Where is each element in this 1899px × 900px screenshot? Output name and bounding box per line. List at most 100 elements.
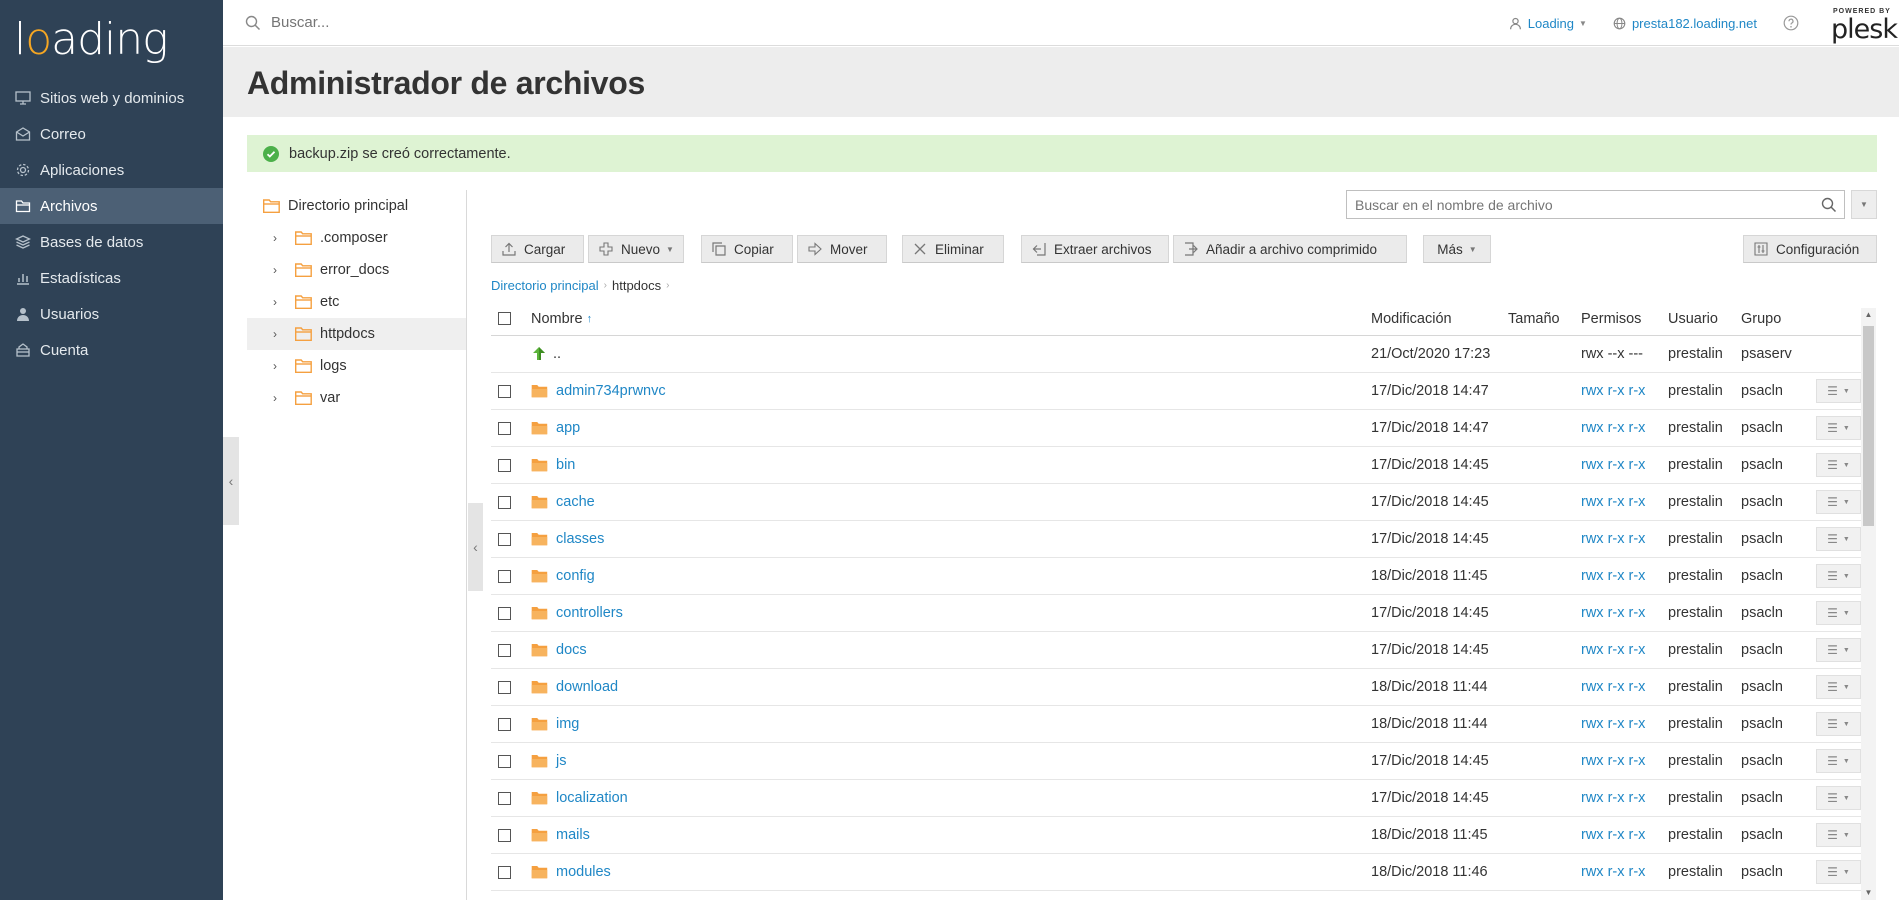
sidebar-item-mail[interactable]: Correo	[0, 116, 223, 152]
row-checkbox[interactable]	[498, 495, 511, 509]
user-menu[interactable]: Loading ▼	[1509, 16, 1587, 31]
search-options-toggle[interactable]: ▼	[1851, 190, 1877, 219]
row-checkbox[interactable]	[498, 569, 511, 583]
column-modified[interactable]: Modificación	[1371, 311, 1508, 327]
folder-name-link[interactable]: js	[556, 753, 566, 769]
row-actions-menu-button[interactable]: ☰ ▼	[1816, 860, 1861, 884]
folder-name-link[interactable]: mails	[556, 827, 590, 843]
permissions-link[interactable]: rwx r-x r-x	[1581, 568, 1645, 584]
sidebar-item-account[interactable]: Cuenta	[0, 332, 223, 368]
chevron-right-icon[interactable]: ›	[273, 327, 285, 341]
row-actions-menu-button[interactable]: ☰ ▼	[1816, 638, 1861, 662]
permissions-link[interactable]: rwx r-x r-x	[1581, 494, 1645, 510]
chevron-right-icon[interactable]: ›	[273, 231, 285, 245]
brand-logo[interactable]: loading	[14, 14, 169, 65]
row-checkbox[interactable]	[498, 680, 511, 694]
copy-button[interactable]: Copiar	[701, 235, 793, 263]
breadcrumb-root-link[interactable]: Directorio principal	[491, 278, 599, 293]
chevron-right-icon[interactable]: ›	[273, 295, 285, 309]
tree-item-httpdocs[interactable]: › httpdocs	[247, 318, 466, 350]
row-actions-menu-button[interactable]: ☰ ▼	[1816, 823, 1861, 847]
domain-link[interactable]: presta182.loading.net	[1613, 16, 1757, 31]
row-checkbox[interactable]	[498, 384, 511, 398]
folder-name-link[interactable]: controllers	[556, 605, 623, 621]
row-checkbox[interactable]	[498, 828, 511, 842]
sidebar-item-applications[interactable]: Aplicaciones	[0, 152, 223, 188]
parent-folder-link[interactable]: ..	[553, 346, 561, 362]
folder-name-link[interactable]: cache	[556, 494, 595, 510]
folder-name-link[interactable]: modules	[556, 864, 611, 880]
new-button[interactable]: Nuevo ▼	[588, 235, 684, 263]
permissions-link[interactable]: rwx r-x r-x	[1581, 457, 1645, 473]
extract-button[interactable]: Extraer archivos	[1021, 235, 1169, 263]
sidebar-item-databases[interactable]: Bases de datos	[0, 224, 223, 260]
column-size[interactable]: Tamaño	[1508, 311, 1581, 327]
search-icon[interactable]	[1821, 197, 1837, 213]
column-permissions[interactable]: Permisos	[1581, 311, 1668, 327]
select-all-checkbox[interactable]	[498, 312, 511, 325]
chevron-right-icon[interactable]: ›	[273, 263, 285, 277]
scroll-down-arrow-icon[interactable]: ▼	[1861, 886, 1876, 900]
row-checkbox[interactable]	[498, 754, 511, 768]
row-actions-menu-button[interactable]: ☰ ▼	[1816, 416, 1861, 440]
more-button[interactable]: Más ▼	[1423, 235, 1491, 263]
scrollbar-thumb[interactable]	[1863, 326, 1874, 526]
row-checkbox[interactable]	[498, 717, 511, 731]
row-actions-menu-button[interactable]: ☰ ▼	[1816, 564, 1861, 588]
folder-name-link[interactable]: img	[556, 716, 579, 732]
row-checkbox[interactable]	[498, 865, 511, 879]
row-actions-menu-button[interactable]: ☰ ▼	[1816, 786, 1861, 810]
file-search-input[interactable]	[1355, 196, 1805, 213]
row-actions-menu-button[interactable]: ☰ ▼	[1816, 712, 1861, 736]
row-checkbox[interactable]	[498, 458, 511, 472]
permissions-link[interactable]: rwx r-x r-x	[1581, 642, 1645, 658]
permissions-link[interactable]: rwx r-x r-x	[1581, 790, 1645, 806]
help-icon[interactable]	[1783, 15, 1799, 31]
row-actions-menu-button[interactable]: ☰ ▼	[1816, 379, 1861, 403]
sidebar-item-statistics[interactable]: Estadísticas	[0, 260, 223, 296]
folder-name-link[interactable]: classes	[556, 531, 604, 547]
tree-item-error-docs[interactable]: › error_docs	[247, 254, 466, 286]
row-actions-menu-button[interactable]: ☰ ▼	[1816, 453, 1861, 477]
row-actions-menu-button[interactable]: ☰ ▼	[1816, 527, 1861, 551]
row-checkbox[interactable]	[498, 606, 511, 620]
column-user[interactable]: Usuario	[1668, 311, 1741, 327]
tree-root[interactable]: Directorio principal	[247, 190, 466, 222]
global-search-input[interactable]	[271, 14, 771, 31]
folder-name-link[interactable]: admin734prwnvc	[556, 383, 666, 399]
tree-item-composer[interactable]: › .composer	[247, 222, 466, 254]
permissions-link[interactable]: rwx r-x r-x	[1581, 420, 1645, 436]
chevron-right-icon[interactable]: ›	[273, 391, 285, 405]
folder-name-link[interactable]: app	[556, 420, 580, 436]
folder-name-link[interactable]: config	[556, 568, 595, 584]
column-name[interactable]: Nombre ↑	[531, 311, 1371, 327]
permissions-link[interactable]: rwx r-x r-x	[1581, 716, 1645, 732]
row-actions-menu-button[interactable]: ☰ ▼	[1816, 675, 1861, 699]
row-actions-menu-button[interactable]: ☰ ▼	[1816, 601, 1861, 625]
add-to-archive-button[interactable]: Añadir a archivo comprimido	[1173, 235, 1407, 263]
row-actions-menu-button[interactable]: ☰ ▼	[1816, 490, 1861, 514]
tree-item-var[interactable]: › var	[247, 382, 466, 414]
permissions-link[interactable]: rwx r-x r-x	[1581, 531, 1645, 547]
upload-button[interactable]: Cargar	[491, 235, 584, 263]
row-checkbox[interactable]	[498, 421, 511, 435]
sidebar-item-users[interactable]: Usuarios	[0, 296, 223, 332]
tree-item-etc[interactable]: › etc	[247, 286, 466, 318]
sidebar-item-files[interactable]: Archivos	[0, 188, 223, 224]
permissions-link[interactable]: rwx r-x r-x	[1581, 827, 1645, 843]
row-actions-menu-button[interactable]: ☰ ▼	[1816, 749, 1861, 773]
permissions-link[interactable]: rwx r-x r-x	[1581, 383, 1645, 399]
folder-name-link[interactable]: localization	[556, 790, 628, 806]
permissions-link[interactable]: rwx r-x r-x	[1581, 605, 1645, 621]
folder-name-link[interactable]: download	[556, 679, 618, 695]
tree-item-logs[interactable]: › logs	[247, 350, 466, 382]
sidebar-item-websites[interactable]: Sitios web y dominios	[0, 80, 223, 116]
permissions-link[interactable]: rwx r-x r-x	[1581, 753, 1645, 769]
settings-button[interactable]: Configuración	[1743, 235, 1877, 263]
permissions-link[interactable]: rwx r-x r-x	[1581, 864, 1645, 880]
sidebar-collapse-handle[interactable]: ‹	[223, 437, 239, 525]
delete-button[interactable]: Eliminar	[902, 235, 1004, 263]
row-checkbox[interactable]	[498, 791, 511, 805]
column-group[interactable]: Grupo	[1741, 311, 1808, 327]
scroll-up-arrow-icon[interactable]: ▲	[1861, 308, 1876, 322]
